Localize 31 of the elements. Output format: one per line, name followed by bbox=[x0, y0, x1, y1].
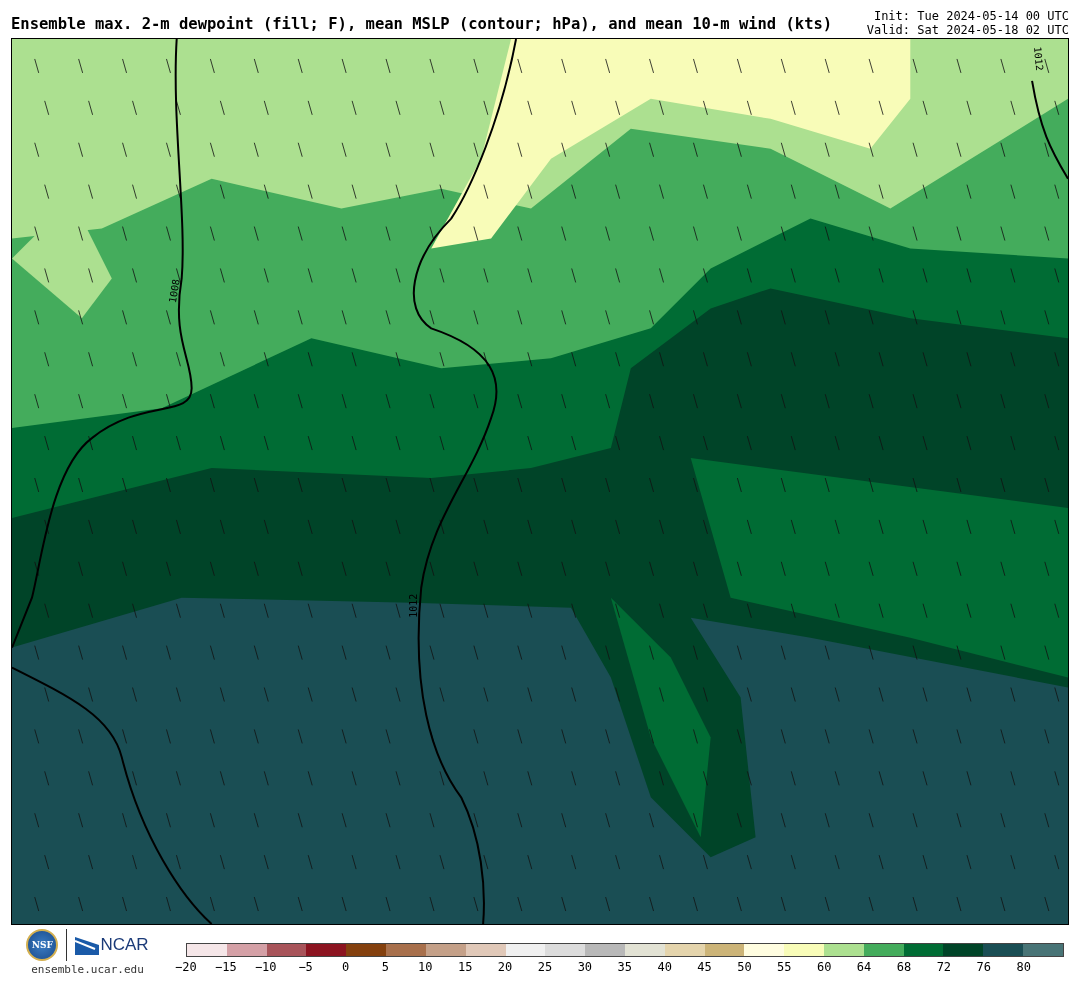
plot-title: Ensemble max. 2-m dewpoint (fill; F), mean MSLP (contour; hPa), and mean 10-m wind (kts) bbox=[11, 15, 833, 35]
contour-label: 1012 bbox=[408, 593, 420, 618]
valid-time: Valid: Sat 2024-05-18 02 UTC bbox=[866, 23, 1069, 37]
colorbar-label: −10 bbox=[254, 960, 277, 974]
colorbar-label: 10 bbox=[418, 960, 433, 974]
colorbar-label: 72 bbox=[936, 960, 952, 974]
nsf-logo: NSF bbox=[26, 929, 59, 961]
contour-label: 1008 bbox=[166, 278, 182, 304]
contour-label: 1012 bbox=[1032, 46, 1046, 72]
colorbar-label: 64 bbox=[856, 960, 872, 974]
colorbar-label: −15 bbox=[215, 960, 237, 974]
colorbar-label: 5 bbox=[381, 960, 389, 974]
colorbar-label: 50 bbox=[737, 960, 752, 974]
colorbar-label: 55 bbox=[777, 960, 792, 974]
ncar-logo: NCAR bbox=[75, 935, 149, 955]
colorbar-label: 76 bbox=[976, 960, 991, 974]
colorbar-label: 15 bbox=[457, 960, 473, 974]
colorbar-label: 35 bbox=[617, 960, 632, 974]
colorbar-label: 68 bbox=[896, 960, 912, 974]
site-address: ensemble.ucar.edu bbox=[31, 963, 144, 976]
colorbar-label: −20 bbox=[175, 960, 197, 974]
init-time: Init: Tue 2024-05-14 00 UTC bbox=[873, 9, 1069, 23]
colorbar-label: 0 bbox=[341, 960, 350, 974]
colorbar-label: 25 bbox=[537, 960, 553, 974]
colorbar-label: −5 bbox=[298, 960, 313, 974]
colorbar-label: 45 bbox=[697, 960, 712, 974]
colorbar-label: 80 bbox=[1016, 960, 1031, 974]
colorbar-label: 40 bbox=[657, 960, 672, 974]
colorbar-label: 30 bbox=[577, 960, 593, 974]
colorbar-label: 20 bbox=[497, 960, 513, 974]
colorbar-label: 60 bbox=[816, 960, 832, 974]
